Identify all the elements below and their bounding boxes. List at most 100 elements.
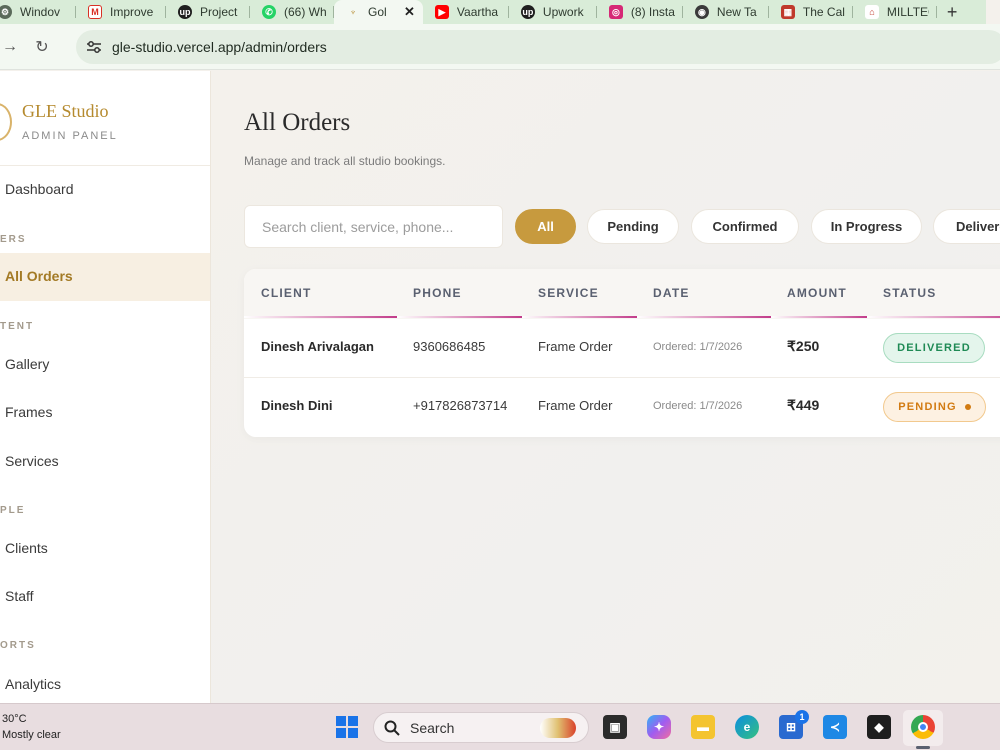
studio-icon: ♆	[346, 5, 360, 19]
orders-table: CLIENT PHONE SERVICE DATE AMOUNT STATUS …	[244, 269, 1000, 437]
sidebar-section-reports: ORTS	[0, 640, 36, 651]
cal-icon: ▦	[780, 5, 795, 19]
windows-start-icon[interactable]	[335, 715, 359, 739]
chrome-icon: ◉	[694, 5, 709, 19]
sidebar-section-people: PLE	[0, 505, 26, 516]
cell-phone: +917826873714	[413, 398, 508, 413]
filter-confirmed[interactable]: Confirmed	[691, 209, 799, 244]
main-content: All Orders Manage and track all studio b…	[211, 71, 1000, 703]
sidebar-item-gallery[interactable]: Gallery	[5, 356, 49, 372]
header-accent-line	[244, 316, 397, 318]
browser-tab[interactable]: up Project	[166, 0, 250, 24]
notification-badge: 1	[795, 710, 809, 724]
browser-tab-strip: ⚙ Windov M Improve up Project ✆ (66) Wh ♆ Gol…	[0, 0, 986, 24]
active-app-indicator	[916, 746, 930, 749]
whatsapp-icon: ✆	[262, 5, 276, 19]
gmail-icon: M	[88, 5, 102, 19]
status-badge-label: PENDING	[898, 401, 957, 413]
taskbar-search-label: Search	[410, 719, 455, 736]
browser-tab-active[interactable]: ♆ Gol ✕	[334, 0, 423, 24]
sidebar-section-content: TENT	[0, 321, 35, 332]
table-header: CLIENT PHONE SERVICE DATE AMOUNT STATUS	[244, 269, 1000, 319]
header-accent-line	[867, 316, 1000, 318]
browser-tab[interactable]: ▶ Vaartha	[423, 0, 509, 24]
chrome-icon[interactable]	[911, 715, 935, 739]
browser-tab[interactable]: ✆ (66) Wh	[250, 0, 334, 24]
settings-icon: ⚙	[0, 5, 12, 19]
cell-phone: 9360686485	[413, 339, 486, 354]
upwork-icon: up	[178, 5, 192, 19]
filter-pending[interactable]: Pending	[587, 209, 679, 244]
taskbar: 30°C Mostly clear Search ▣ ✦ ▬ e ⊞ 1 ≺ ◆	[0, 703, 1000, 750]
youtube-icon: ▶	[434, 5, 449, 19]
reload-button[interactable]: ↻	[28, 33, 56, 61]
url-bar[interactable]: gle-studio.vercel.app/admin/orders	[76, 30, 1000, 64]
instagram-icon: ◎	[608, 5, 623, 19]
sidebar-item-staff[interactable]: Staff	[5, 588, 34, 604]
milltec-icon: ⌂	[864, 5, 879, 19]
cell-amount: ₹449	[787, 397, 820, 413]
weather-description[interactable]: Mostly clear	[2, 729, 61, 741]
column-header-amount: AMOUNT	[787, 286, 847, 300]
browser-tab[interactable]: M Improve	[76, 0, 166, 24]
browser-tab[interactable]: ⚙ Windov	[0, 0, 76, 24]
browser-tab[interactable]: up Upwork	[509, 0, 597, 24]
status-badge[interactable]: PENDING	[883, 392, 986, 422]
new-tab-button[interactable]: +	[937, 2, 968, 23]
brand-logo	[0, 103, 12, 141]
status-badge-label: DELIVERED	[897, 342, 971, 354]
sidebar-item-services[interactable]: Services	[5, 453, 59, 469]
file-explorer-icon[interactable]: ▬	[691, 715, 715, 739]
column-header-client: CLIENT	[261, 286, 312, 300]
brand-name: GLE Studio	[22, 101, 109, 121]
browser-tab[interactable]: ⌂MILLTEC	[853, 0, 937, 24]
table-row[interactable]: Dinesh Dini +917826873714 Frame Order Or…	[244, 378, 1000, 437]
search-highlight-icon	[540, 718, 576, 738]
sidebar-item-all-orders[interactable]: All Orders	[5, 268, 73, 284]
browser-tab[interactable]: ◉ New Ta	[683, 0, 769, 24]
page-title: All Orders	[244, 109, 351, 136]
header-accent-line	[522, 316, 637, 318]
taskbar-search[interactable]: Search	[373, 712, 589, 743]
browser-tab[interactable]: ▦ The Cal	[769, 0, 853, 24]
cell-amount: ₹250	[787, 338, 820, 354]
cell-service: Frame Order	[538, 339, 613, 354]
address-bar-row: → ↻ gle-studio.vercel.app/admin/orders	[0, 24, 1000, 70]
column-header-date: DATE	[653, 286, 690, 300]
header-accent-line	[771, 316, 867, 318]
sidebar-item-analytics[interactable]: Analytics	[5, 676, 61, 692]
close-tab-icon[interactable]: ✕	[404, 4, 415, 20]
url-text: gle-studio.vercel.app/admin/orders	[112, 39, 327, 55]
divider	[0, 165, 210, 166]
dropdown-dot-icon	[964, 404, 971, 410]
vscode-icon[interactable]: ≺	[823, 715, 847, 739]
site-settings-icon[interactable]	[86, 40, 102, 54]
column-header-phone: PHONE	[413, 286, 462, 300]
upwork-icon: up	[520, 5, 535, 19]
search-input[interactable]	[244, 205, 503, 248]
sidebar-item-frames[interactable]: Frames	[5, 404, 52, 420]
sidebar-section-orders: ERS	[0, 234, 27, 245]
cell-date: Ordered: 1/7/2026	[653, 341, 743, 353]
copilot-icon[interactable]: ✦	[647, 715, 671, 739]
reload-icon: ↻	[35, 38, 49, 56]
header-accent-line	[397, 316, 522, 318]
forward-button[interactable]: →	[0, 33, 24, 61]
table-row[interactable]: Dinesh Arivalagan 9360686485 Frame Order…	[244, 319, 1000, 378]
arrow-right-icon: →	[2, 37, 18, 55]
column-header-status: STATUS	[883, 286, 937, 300]
filter-all[interactable]: All	[515, 209, 576, 244]
sidebar-item-clients[interactable]: Clients	[5, 540, 48, 556]
search-icon	[384, 720, 400, 736]
filter-delivered[interactable]: Delivered	[933, 209, 1000, 244]
figma-icon[interactable]: ◆	[867, 715, 891, 739]
cell-client: Dinesh Dini	[261, 398, 333, 413]
task-view-icon[interactable]: ▣	[603, 715, 627, 739]
filter-in-progress[interactable]: In Progress	[811, 209, 922, 244]
weather-temperature[interactable]: 30°C	[2, 713, 27, 725]
sidebar: GLE Studio ADMIN PANEL Dashboard ERS All…	[0, 71, 211, 703]
sidebar-item-dashboard[interactable]: Dashboard	[5, 181, 74, 197]
edge-icon[interactable]: e	[735, 715, 759, 739]
status-badge: DELIVERED	[883, 333, 985, 363]
browser-tab[interactable]: ◎ (8) Insta	[597, 0, 683, 24]
